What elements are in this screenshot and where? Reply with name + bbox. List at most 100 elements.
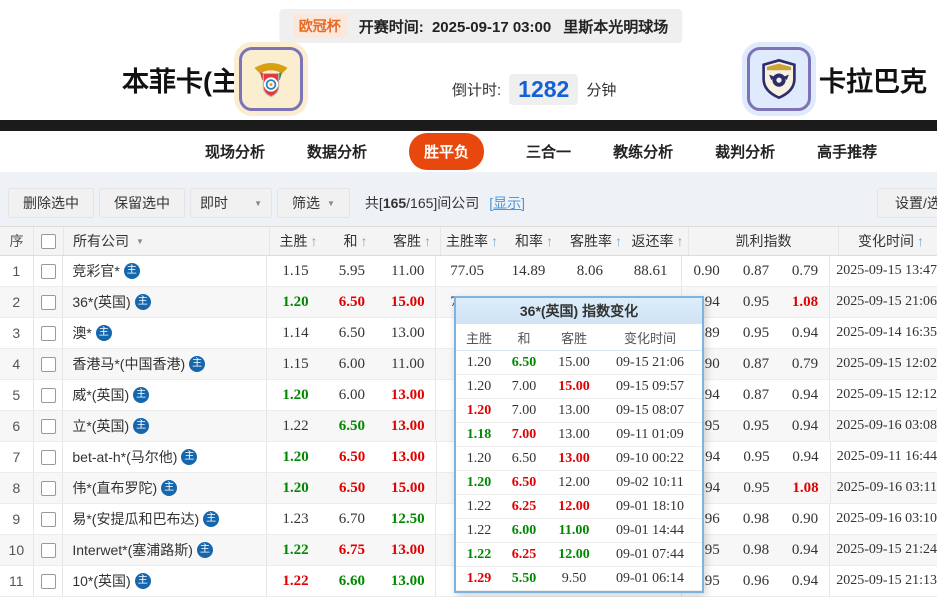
sort-asc-icon: ↑ <box>491 233 498 249</box>
tab-live-analysis[interactable]: 现场分析 <box>205 141 265 162</box>
row-checkbox[interactable] <box>41 481 56 496</box>
popup-odds-value: 13.00 <box>558 451 590 467</box>
company-name[interactable]: 香港马*(中国香港) <box>72 354 185 374</box>
col-home-odds[interactable]: 主胜↑ <box>270 227 327 255</box>
col-select <box>34 227 64 255</box>
home-page-badge-icon[interactable]: 主 <box>124 263 140 279</box>
odds-cell: 6.75 <box>324 535 380 565</box>
home-page-badge-icon[interactable]: 主 <box>135 573 151 589</box>
filter-dropdown-label: 筛选 <box>292 193 320 213</box>
popup-odds-value: 1.20 <box>467 355 492 371</box>
filter-dropdown[interactable]: 筛选 ▼ <box>277 188 350 218</box>
kelly-value: 0.95 <box>743 325 769 342</box>
row-checkbox[interactable] <box>41 419 56 434</box>
company-name[interactable]: 易*(安提瓜和巴布达) <box>72 509 199 529</box>
home-page-badge-icon[interactable]: 主 <box>133 387 149 403</box>
row-checkbox[interactable] <box>41 264 56 279</box>
popup-odds-cell: 7.00 <box>502 399 546 422</box>
row-checkbox[interactable] <box>41 388 56 403</box>
kelly-value: 0.94 <box>792 542 818 559</box>
home-page-badge-icon[interactable]: 主 <box>133 418 149 434</box>
sort-asc-icon: ↑ <box>677 233 684 249</box>
show-link[interactable]: [显示] <box>489 195 525 211</box>
settings-button[interactable]: 设置/选 <box>877 188 937 218</box>
tab-coach-analysis[interactable]: 教练分析 <box>613 141 673 162</box>
row-select-cell <box>34 535 64 565</box>
chevron-down-icon: ▼ <box>136 237 144 246</box>
home-page-badge-icon[interactable]: 主 <box>189 356 205 372</box>
row-checkbox[interactable] <box>41 512 56 527</box>
tab-three-in-one[interactable]: 三合一 <box>526 141 571 162</box>
odds-value: 1.20 <box>282 294 308 311</box>
company-name[interactable]: 竞彩官* <box>72 261 119 281</box>
col-home-rate[interactable]: 主胜率↑ <box>441 227 503 255</box>
keep-selected-button[interactable]: 保留选中 <box>99 188 185 218</box>
row-checkbox[interactable] <box>41 574 56 589</box>
change-time-cell: 2025-09-16 03:08 <box>830 411 937 441</box>
change-time-value: 2025-09-16 03:08 <box>836 418 937 434</box>
kelly-value: 0.95 <box>743 418 769 435</box>
select-all-checkbox[interactable] <box>41 234 56 249</box>
col-company[interactable]: 所有公司 ▼ <box>64 227 270 255</box>
popup-odds-value: 1.20 <box>467 475 492 491</box>
row-checkbox[interactable] <box>41 326 56 341</box>
popup-odds-value: 6.25 <box>512 547 537 563</box>
delete-selected-button[interactable]: 删除选中 <box>8 188 94 218</box>
kelly-value: 0.79 <box>792 356 818 373</box>
col-change-time[interactable]: 变化时间↑ <box>839 227 937 255</box>
change-time-cell: 2025-09-15 21:13 <box>830 566 937 596</box>
row-select-cell <box>34 411 64 441</box>
popup-row: 1.206.5013.0009-10 00:22 <box>456 447 702 471</box>
company-name[interactable]: 10*(英国) <box>72 571 130 591</box>
row-checkbox[interactable] <box>41 295 56 310</box>
company-name[interactable]: 威*(英国) <box>72 385 129 405</box>
nav-tabs: 现场分析 数据分析 胜平负 三合一 教练分析 裁判分析 高手推荐 <box>205 131 877 172</box>
kelly-value: 0.87 <box>743 263 769 280</box>
change-time-value: 2025-09-15 21:06 <box>836 294 937 310</box>
odds-value: 13.00 <box>391 325 425 342</box>
col-return-rate[interactable]: 返还率↑ <box>627 227 689 255</box>
popup-odds-cell: 1.22 <box>456 495 502 518</box>
tab-win-draw-lose[interactable]: 胜平负 <box>409 133 484 170</box>
popup-row: 1.226.2512.0009-01 18:10 <box>456 495 702 519</box>
home-page-badge-icon[interactable]: 主 <box>96 325 112 341</box>
row-select-cell <box>34 442 64 472</box>
col-away-rate[interactable]: 客胜率↑ <box>565 227 627 255</box>
popup-odds-value: 6.50 <box>512 451 537 467</box>
home-page-badge-icon[interactable]: 主 <box>135 294 151 310</box>
company-name[interactable]: 36*(英国) <box>72 292 130 312</box>
table-row: 1竞彩官*主1.155.9511.0077.0514.898.0688.610.… <box>0 256 937 287</box>
col-draw-odds[interactable]: 和↑ <box>327 227 384 255</box>
company-name[interactable]: 伟*(直布罗陀) <box>72 478 157 498</box>
home-page-badge-icon[interactable]: 主 <box>181 449 197 465</box>
company-name[interactable]: bet-at-h*(马尔他) <box>72 447 177 467</box>
popup-odds-cell: 1.18 <box>456 423 502 446</box>
change-time-value: 2025-09-16 03:11 <box>837 480 937 496</box>
home-page-badge-icon[interactable]: 主 <box>203 511 219 527</box>
kelly-cell: 0.98 <box>731 504 780 534</box>
kickoff-value: 2025-09-17 03:00 <box>432 19 551 36</box>
row-checkbox[interactable] <box>41 357 56 372</box>
row-seq: 7 <box>0 442 34 472</box>
home-page-badge-icon[interactable]: 主 <box>197 542 213 558</box>
odds-value: 1.22 <box>282 573 308 590</box>
odds-value: 6.75 <box>339 542 365 559</box>
odds-value: 1.22 <box>282 542 308 559</box>
tab-referee-analysis[interactable]: 裁判分析 <box>715 141 775 162</box>
company-name[interactable]: 澳* <box>72 323 91 343</box>
kelly-value: 0.87 <box>743 387 769 404</box>
tab-data-analysis[interactable]: 数据分析 <box>307 141 367 162</box>
row-checkbox[interactable] <box>41 450 56 465</box>
away-team-name: 卡拉巴克 <box>808 60 937 99</box>
odds-value: 13.00 <box>391 542 425 559</box>
col-away-odds[interactable]: 客胜↑ <box>384 227 441 255</box>
company-name[interactable]: Interwet*(塞浦路斯) <box>72 540 193 560</box>
live-dropdown[interactable]: 即时 ▼ <box>190 188 272 218</box>
home-page-badge-icon[interactable]: 主 <box>161 480 177 496</box>
col-draw-rate[interactable]: 和率↑ <box>503 227 565 255</box>
row-checkbox[interactable] <box>41 543 56 558</box>
popup-time-cell: 09-15 08:07 <box>602 399 698 422</box>
company-name[interactable]: 立*(英国) <box>72 416 129 436</box>
odds-value: 11.00 <box>391 263 424 280</box>
tab-expert-picks[interactable]: 高手推荐 <box>817 141 877 162</box>
